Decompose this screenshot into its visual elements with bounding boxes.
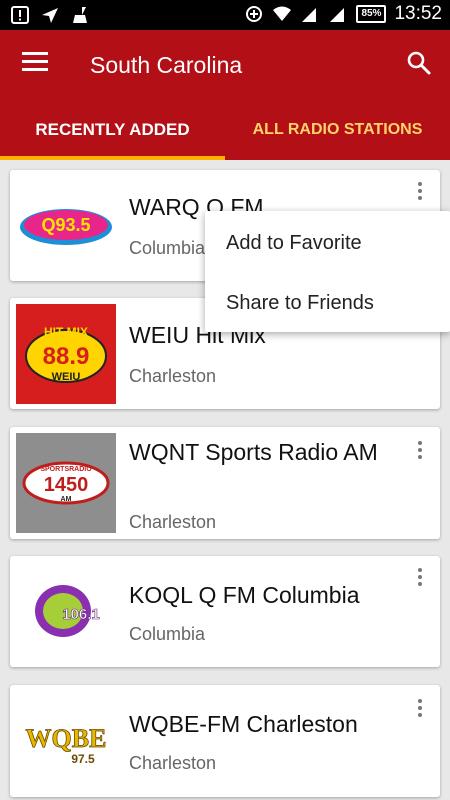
cleaner-icon xyxy=(73,7,87,23)
wifi-icon xyxy=(273,6,292,21)
station-name: KOQL Q FM Columbia xyxy=(129,582,360,608)
svg-text:WEIU: WEIU xyxy=(52,371,81,383)
more-options-icon[interactable] xyxy=(414,699,426,723)
more-options-icon[interactable] xyxy=(414,568,426,592)
add-to-favorite-option[interactable]: Add to Favorite xyxy=(205,211,450,271)
station-city: Charleston xyxy=(129,753,217,773)
alert-icon xyxy=(11,6,29,24)
hitmix-logo-icon: HIT-MIX 88.9 WEIU xyxy=(25,325,107,383)
station-card[interactable]: WQBE 97.5 WQBE-FM Charleston Charleston xyxy=(10,685,440,797)
status-bar: 85% 13:52 xyxy=(0,0,450,30)
svg-text:AM: AM xyxy=(61,496,72,503)
data-saver-icon xyxy=(246,6,263,22)
station-city: Charleston xyxy=(129,512,217,532)
station-logo: WQBE 97.5 xyxy=(16,691,116,791)
svg-text:97.5: 97.5 xyxy=(71,752,95,766)
station-logo: HIT-MIX 88.9 WEIU xyxy=(16,304,116,404)
tab-recently-added[interactable]: RECENTLY ADDED xyxy=(0,100,225,160)
tab-all-radio-stations[interactable]: ALL RADIO STATIONS xyxy=(225,100,450,160)
battery-indicator: 85% xyxy=(356,5,387,23)
station-logo: Q93.5 xyxy=(16,176,116,276)
station-logo: SPORTSRADIO 1450 AM xyxy=(16,433,116,533)
station-card[interactable]: SPORTSRADIO 1450 AM WQNT Sports Radio AM… xyxy=(10,427,440,539)
svg-text:SPORTSRADIO: SPORTSRADIO xyxy=(40,466,92,473)
svg-text:1450: 1450 xyxy=(44,474,89,496)
svg-text:106.1: 106.1 xyxy=(62,606,100,623)
station-city: Columbia xyxy=(129,238,206,258)
tab-indicator xyxy=(0,156,225,160)
clock: 13:52 xyxy=(394,3,442,24)
more-options-icon[interactable] xyxy=(414,182,426,206)
q935-logo-icon: Q93.5 xyxy=(20,209,112,245)
share-to-friends-option[interactable]: Share to Friends xyxy=(205,271,450,331)
svg-text:HIT-MIX: HIT-MIX xyxy=(44,325,88,339)
popup-menu: Add to Favorite Share to Friends xyxy=(205,211,450,332)
wqbe-logo-icon: WQBE 97.5 xyxy=(25,724,107,766)
station-city: Charleston xyxy=(129,366,217,386)
send-icon xyxy=(42,8,58,23)
more-options-icon[interactable] xyxy=(414,441,426,465)
search-icon[interactable] xyxy=(406,50,432,76)
station-city: Columbia xyxy=(129,624,206,644)
signal-icon xyxy=(302,8,317,22)
app-bar: South Carolina RECENTLY ADDED ALL RADIO … xyxy=(0,30,450,160)
svg-text:WQBE: WQBE xyxy=(26,724,107,753)
station-name: WQNT Sports Radio AM xyxy=(129,439,378,465)
q1061-logo-icon: 106.1 xyxy=(35,585,100,637)
station-card[interactable]: 106.1 KOQL Q FM Columbia Columbia xyxy=(10,556,440,667)
signal-2-icon xyxy=(330,8,345,22)
sportsradio-1450-logo-icon: SPORTSRADIO 1450 AM xyxy=(22,461,110,505)
station-logo: 106.1 xyxy=(16,562,116,662)
svg-text:Q93.5: Q93.5 xyxy=(41,215,90,235)
station-name: WQBE-FM Charleston xyxy=(129,711,358,737)
hamburger-icon[interactable] xyxy=(22,52,48,74)
page-title: South Carolina xyxy=(90,52,243,78)
svg-text:88.9: 88.9 xyxy=(43,343,90,370)
